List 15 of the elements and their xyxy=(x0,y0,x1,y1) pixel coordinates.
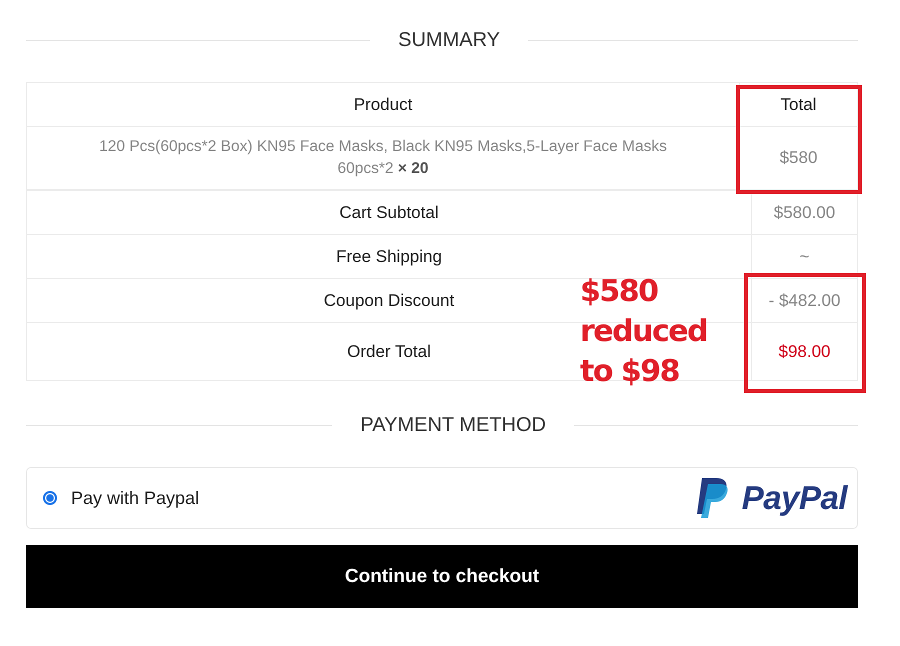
total-label: Free Shipping xyxy=(26,234,752,278)
total-label: Cart Subtotal xyxy=(26,190,752,234)
total-value: $98.00 xyxy=(752,322,858,380)
line-total: $580 xyxy=(740,126,858,190)
paypal-logo: PayPal xyxy=(742,479,847,517)
option-label: Pay with Paypal xyxy=(71,488,200,508)
section-title: SUMMARY xyxy=(398,28,500,52)
column-header: Total xyxy=(740,82,858,126)
checkout-button[interactable]: Continue to checkout xyxy=(26,545,858,608)
payment-option[interactable]: Pay with Paypal PayPal xyxy=(26,467,858,529)
section-title: PAYMENT METHOD xyxy=(360,414,546,436)
total-value: - $482.00 xyxy=(752,278,858,322)
column-header: Product xyxy=(26,82,740,126)
radio-button[interactable] xyxy=(43,491,57,505)
total-value: ~ xyxy=(752,234,858,278)
